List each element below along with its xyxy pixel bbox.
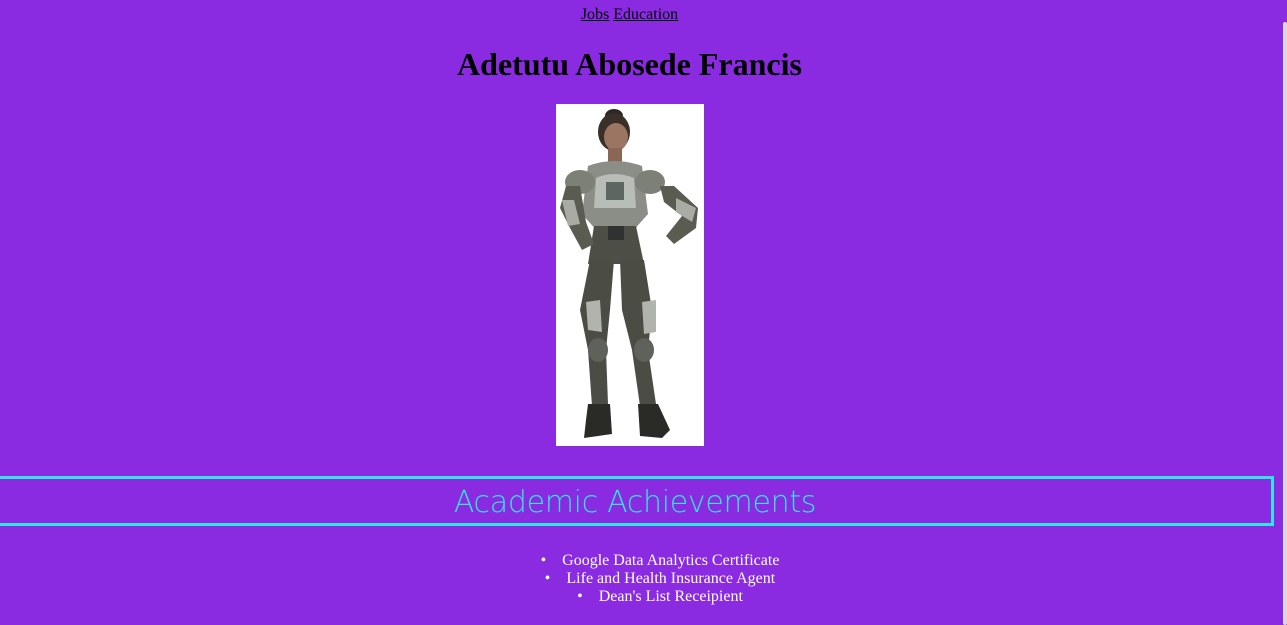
nav-link-education[interactable]: Education — [613, 6, 678, 23]
academic-achievements-box: Academic Achievements — [0, 476, 1274, 526]
page-title: Adetutu Abosede Francis — [457, 46, 802, 82]
vertical-scrollbar[interactable] — [1283, 0, 1287, 625]
list-item: Google Data Analytics Certificate — [0, 552, 1287, 570]
list-item: Dean's List Receipient — [0, 588, 1287, 606]
nav-link-jobs[interactable]: Jobs — [581, 6, 609, 23]
achievements-list: Google Data Analytics Certificate Life a… — [0, 552, 1287, 606]
section-heading: Academic Achievements — [453, 485, 817, 520]
profile-figure-icon — [556, 104, 704, 446]
scrollbar-thumb[interactable] — [1283, 22, 1287, 625]
top-nav: Jobs Education — [0, 6, 1259, 24]
list-item: Life and Health Insurance Agent — [0, 570, 1287, 588]
profile-photo — [556, 104, 704, 446]
